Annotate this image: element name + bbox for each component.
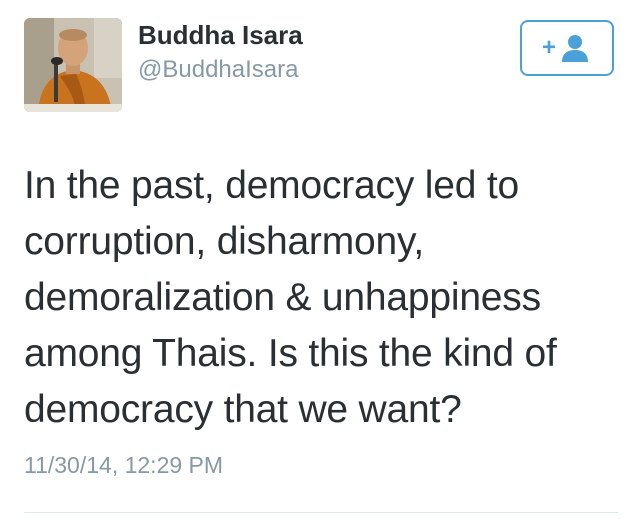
avatar[interactable] bbox=[24, 18, 122, 112]
tweet-line: democracy that we want? bbox=[24, 388, 462, 431]
profile-photo bbox=[24, 18, 122, 112]
tweet-line: demoralization & unhappiness bbox=[24, 276, 541, 319]
divider bbox=[24, 512, 618, 513]
tweet-line: among Thais. Is this the kind of bbox=[24, 332, 557, 375]
timestamp[interactable]: 11/30/14, 12:29 PM bbox=[24, 452, 223, 479]
follow-button[interactable]: + bbox=[520, 20, 614, 76]
add-user-icon: + bbox=[542, 34, 588, 62]
tweet-text: In the past, democracy led to corruption… bbox=[24, 158, 624, 438]
display-name[interactable]: Buddha Isara bbox=[138, 20, 303, 51]
tweet-line: corruption, disharmony, bbox=[24, 220, 425, 263]
plus-glyph: + bbox=[542, 34, 556, 61]
screen-name[interactable]: @BuddhaIsara bbox=[138, 56, 298, 84]
tweet-line: In the past, democracy led to bbox=[24, 164, 519, 207]
